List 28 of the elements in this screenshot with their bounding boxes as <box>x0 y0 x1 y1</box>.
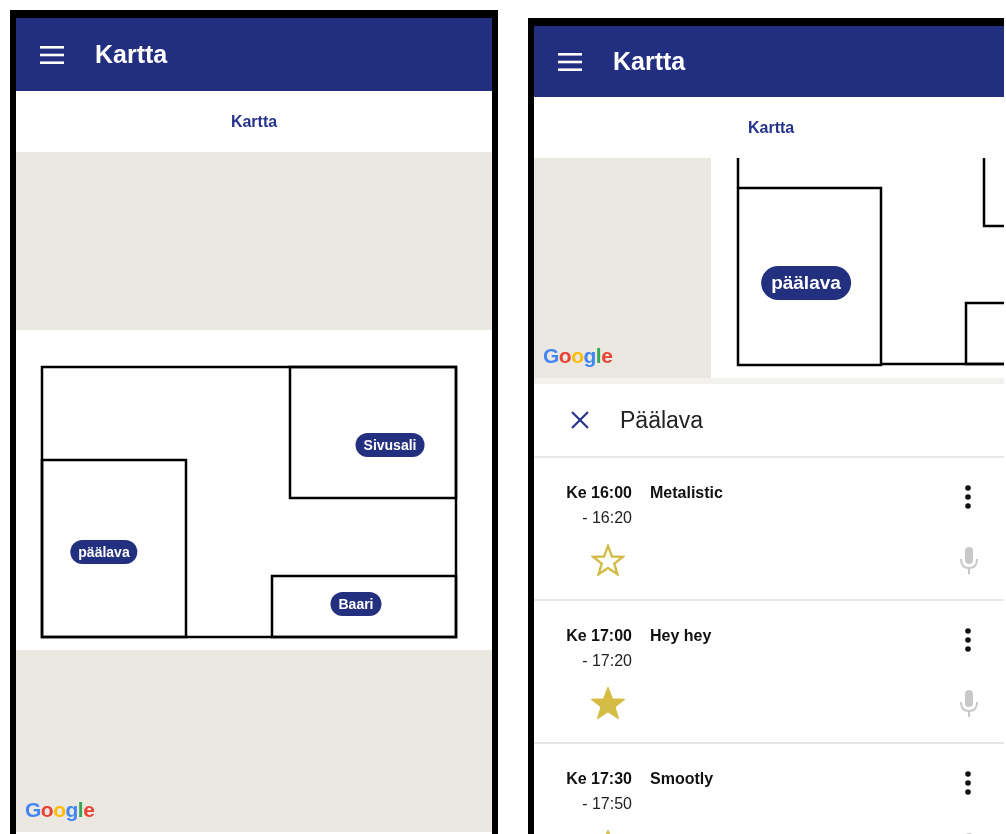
more-icon[interactable] <box>965 628 971 652</box>
tab[interactable]: Kartta <box>224 108 284 135</box>
more-icon[interactable] <box>965 485 971 509</box>
google-logo: Google <box>543 344 613 368</box>
room-label[interactable]: päälava <box>761 266 851 300</box>
start-time: Ke 17:00 <box>566 627 632 645</box>
room-label[interactable]: Baari <box>330 592 382 616</box>
google-logo: Google <box>25 798 95 822</box>
close-icon[interactable] <box>570 410 590 430</box>
menu-icon[interactable] <box>40 45 64 64</box>
start-time: Ke 16:00 <box>566 484 632 502</box>
stage-title: Päälava <box>620 406 704 434</box>
performer-name: Smootly <box>650 770 714 788</box>
app-title: Kartta <box>613 47 686 76</box>
room-label[interactable]: Sivusali <box>355 433 425 457</box>
performer-name: Metalistic <box>650 484 723 502</box>
star-icon[interactable] <box>591 544 625 576</box>
more-icon[interactable] <box>965 771 971 795</box>
performer-name: Hey hey <box>650 627 712 645</box>
end-time: - 17:50 <box>582 795 632 813</box>
end-time: - 17:20 <box>582 652 632 670</box>
end-time: - 16:20 <box>582 509 632 527</box>
menu-icon[interactable] <box>558 52 582 71</box>
app-title: Kartta <box>95 40 168 69</box>
star-icon[interactable] <box>591 687 625 719</box>
start-time: Ke 17:30 <box>566 770 632 788</box>
room-label[interactable]: päälava <box>70 540 138 564</box>
tab[interactable]: Kartta <box>742 114 801 141</box>
